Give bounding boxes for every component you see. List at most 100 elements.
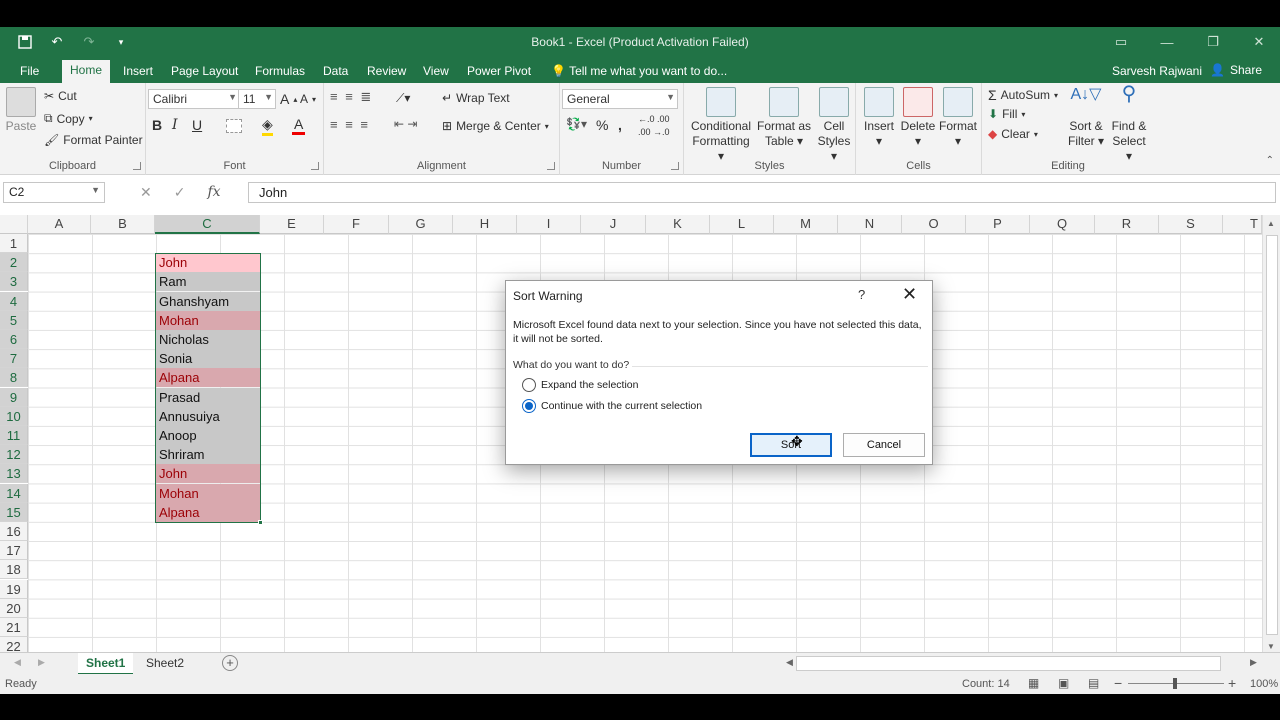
row-header[interactable]: 7: [0, 349, 28, 369]
alignment-launcher-icon[interactable]: [547, 162, 555, 170]
col-header-j[interactable]: J: [581, 215, 646, 234]
col-header-a[interactable]: A: [28, 215, 91, 234]
vertical-scroll-thumb[interactable]: [1266, 235, 1278, 635]
row-header[interactable]: 3: [0, 272, 28, 292]
cell-c[interactable]: Ram: [156, 272, 260, 292]
hscroll-left-icon[interactable]: ◀: [786, 657, 793, 668]
horizontal-scrollbar[interactable]: [796, 656, 1221, 671]
tab-insert[interactable]: Insert: [115, 61, 161, 83]
cell-c[interactable]: Alpana: [156, 368, 260, 388]
sheet-nav-prev-icon[interactable]: ◀: [14, 657, 21, 668]
paste-button[interactable]: Paste: [4, 87, 38, 134]
tab-home[interactable]: Home: [62, 60, 111, 83]
font-launcher-icon[interactable]: [311, 162, 319, 170]
ribbon-display-icon[interactable]: ▭: [1108, 31, 1134, 53]
row-header[interactable]: 19: [0, 579, 28, 599]
col-header-o[interactable]: O: [902, 215, 966, 234]
tell-me-box[interactable]: 💡 Tell me what you want to do...: [543, 61, 735, 83]
cell-c[interactable]: Alpana: [156, 502, 260, 522]
row-header[interactable]: 18: [0, 560, 28, 580]
col-header-g[interactable]: G: [389, 215, 453, 234]
format-cells-button[interactable]: Format ▾: [938, 87, 978, 149]
col-header-i[interactable]: I: [517, 215, 581, 234]
font-color-icon[interactable]: A: [292, 116, 306, 135]
select-all-corner[interactable]: [0, 215, 28, 234]
scroll-down-icon[interactable]: ▼: [1267, 642, 1275, 651]
cancel-icon[interactable]: ✕: [140, 184, 152, 201]
sheet-nav-next-icon[interactable]: ▶: [38, 657, 45, 668]
enter-icon[interactable]: ✓: [174, 184, 186, 201]
row-header[interactable]: 10: [0, 406, 28, 426]
comma-style-icon[interactable]: ,: [618, 117, 622, 133]
fill-color-icon[interactable]: ◈: [262, 116, 273, 136]
vertical-scrollbar[interactable]: ▲ ▼: [1262, 215, 1280, 655]
orientation-icon[interactable]: ⟋▾: [396, 91, 410, 106]
col-header-n[interactable]: N: [838, 215, 902, 234]
sort-filter-button[interactable]: A↓▽ Sort & Filter ▾: [1066, 87, 1106, 149]
share-button[interactable]: 👤 Share: [1204, 60, 1268, 80]
decrease-font-icon[interactable]: A ▾: [300, 92, 316, 106]
autosum-button[interactable]: Σ AutoSum ▾: [988, 87, 1058, 103]
col-header-c[interactable]: C: [155, 215, 260, 234]
cell-c[interactable]: Anoop: [156, 426, 260, 445]
delete-cells-button[interactable]: Delete ▾: [900, 87, 936, 149]
clipboard-launcher-icon[interactable]: [133, 162, 141, 170]
col-header-f[interactable]: F: [324, 215, 389, 234]
format-as-table-button[interactable]: Format as Table ▾: [756, 87, 812, 149]
italic-icon[interactable]: I: [172, 117, 178, 133]
fill-handle[interactable]: [258, 520, 263, 525]
format-painter-button[interactable]: 🖌 Format Painter: [44, 133, 143, 147]
user-name[interactable]: Sarvesh Rajwani: [1112, 64, 1202, 78]
cell-c[interactable]: Prasad: [156, 387, 260, 407]
tab-view[interactable]: View: [415, 61, 457, 83]
row-header[interactable]: 6: [0, 330, 28, 349]
maximize-icon[interactable]: ❐: [1200, 31, 1226, 53]
font-name-combo[interactable]: Calibri ▼: [148, 89, 240, 109]
row-header[interactable]: 2: [0, 253, 28, 273]
close-window-icon[interactable]: ✕: [1246, 31, 1272, 53]
borders-icon[interactable]: [226, 119, 242, 133]
indent-icons[interactable]: ⇤ ⇥: [394, 117, 417, 131]
minimize-icon[interactable]: —: [1154, 31, 1180, 53]
col-header-p[interactable]: P: [966, 215, 1030, 234]
row-header[interactable]: 4: [0, 291, 28, 311]
name-box[interactable]: C2 ▼: [3, 182, 105, 203]
col-header-h[interactable]: H: [453, 215, 517, 234]
row-header[interactable]: 11: [0, 426, 28, 445]
row-header[interactable]: 13: [0, 464, 28, 484]
col-header-l[interactable]: L: [710, 215, 774, 234]
merge-center-button[interactable]: ⊞ Merge & Center ▾: [442, 119, 549, 133]
zoom-slider-thumb[interactable]: [1173, 678, 1177, 689]
tab-data[interactable]: Data: [315, 61, 356, 83]
sheet-tab-sheet1[interactable]: Sheet1: [78, 653, 134, 675]
row-header[interactable]: 17: [0, 541, 28, 561]
cell-c[interactable]: Sonia: [156, 349, 260, 369]
normal-view-icon[interactable]: ▦: [1028, 676, 1039, 690]
col-header-b[interactable]: B: [91, 215, 155, 234]
insert-function-icon[interactable]: fx: [207, 184, 220, 201]
page-layout-view-icon[interactable]: ▣: [1058, 676, 1069, 690]
cell-c[interactable]: Nicholas: [156, 330, 260, 349]
add-sheet-icon[interactable]: +: [222, 655, 238, 671]
row-header[interactable]: 15: [0, 502, 28, 522]
row-header[interactable]: 9: [0, 387, 28, 407]
cell-c[interactable]: John: [156, 253, 260, 273]
bold-icon[interactable]: B: [152, 117, 162, 133]
tab-page-layout[interactable]: Page Layout: [163, 61, 246, 83]
insert-cells-button[interactable]: Insert ▾: [860, 87, 898, 149]
page-break-view-icon[interactable]: ▤: [1088, 676, 1099, 690]
cut-button[interactable]: ✂ Cut: [44, 89, 77, 103]
tab-formulas[interactable]: Formulas: [247, 61, 313, 83]
increase-font-icon[interactable]: A ▴: [280, 91, 297, 107]
collapse-ribbon-icon[interactable]: ⌃: [1266, 155, 1274, 166]
row-header[interactable]: 21: [0, 618, 28, 637]
cell-c[interactable]: Mohan: [156, 310, 260, 330]
font-size-combo[interactable]: 11 ▼: [238, 89, 276, 109]
row-header[interactable]: 12: [0, 445, 28, 465]
help-icon[interactable]: ?: [858, 287, 865, 302]
row-header[interactable]: 14: [0, 483, 28, 503]
conditional-formatting-button[interactable]: Conditional Formatting ▾: [688, 87, 754, 164]
clear-button[interactable]: ◆ Clear ▾: [988, 127, 1038, 141]
horizontal-align-icons[interactable]: ≡ ≡ ≡: [330, 117, 370, 132]
continue-selection-radio[interactable]: Continue with the current selection: [522, 399, 702, 413]
